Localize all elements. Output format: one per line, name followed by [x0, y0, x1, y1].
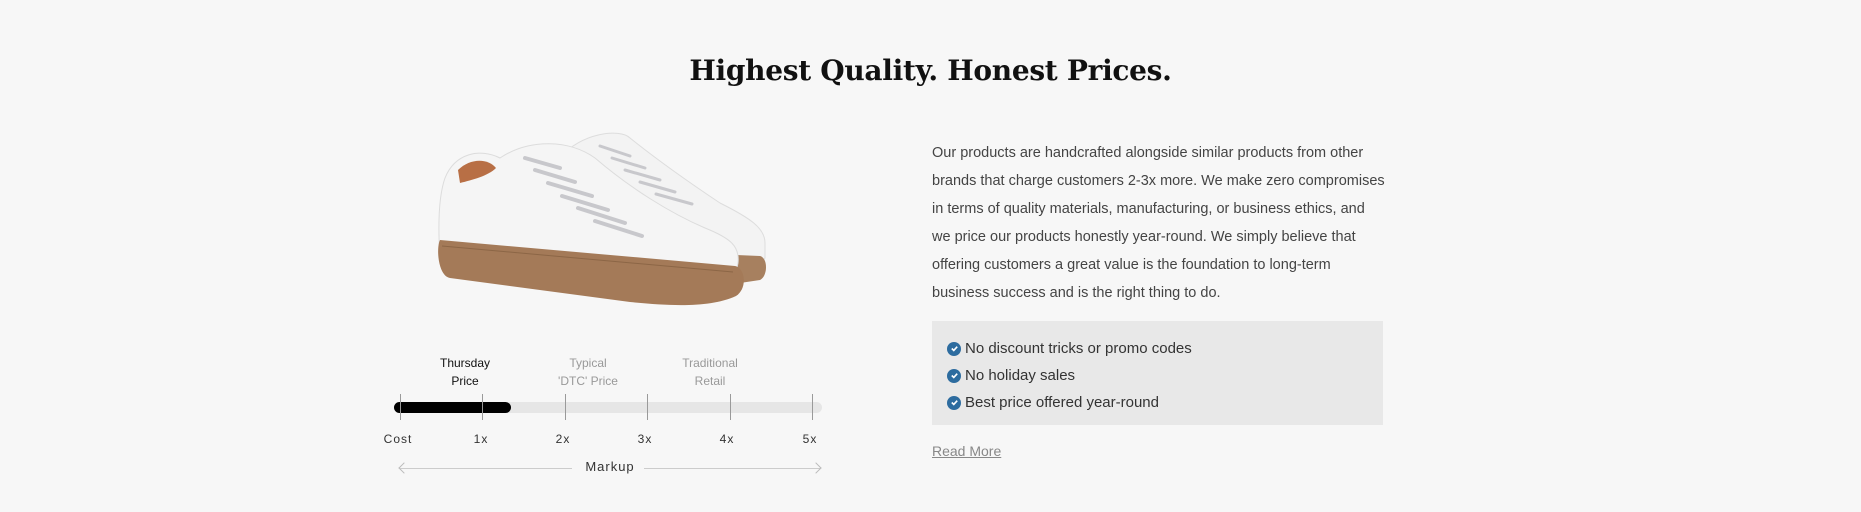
price-label-line: Thursday [439, 356, 491, 370]
markup-tick [400, 394, 401, 420]
markup-tick [647, 394, 649, 420]
feature-text: No holiday sales [965, 367, 1076, 384]
check-icon [947, 341, 961, 356]
tick-label: 5x [802, 432, 818, 446]
body-paragraph: Our products are handcrafted alongside s… [932, 145, 1385, 301]
markup-axis: Markup [380, 459, 840, 479]
check-icon [947, 368, 961, 383]
markup-ticks [380, 394, 840, 420]
tick-label: 1x [473, 432, 489, 446]
price-label-line: 'DTC' Price [558, 374, 618, 388]
markup-tick [482, 394, 484, 420]
product-image [438, 132, 766, 306]
feature-text: No discount tricks or promo codes [965, 340, 1192, 357]
tick-label: 4x [719, 432, 735, 446]
tick-label: Cost [383, 432, 413, 446]
markup-tick [729, 394, 731, 420]
feature-text: Best price offered year-round [965, 394, 1159, 411]
markup-tick [812, 394, 813, 420]
feature-item: No discount tricks or promo codes [947, 335, 1383, 362]
markup-tick [564, 394, 566, 420]
feature-item: Best price offered year-round [947, 389, 1383, 416]
price-label-thursday: Thursday Price [410, 354, 520, 390]
feature-item: No holiday sales [947, 362, 1383, 389]
tick-label: 3x [637, 432, 653, 446]
axis-title: Markup [585, 459, 635, 474]
check-icon [947, 395, 961, 410]
price-label-line: Price [451, 374, 479, 388]
tick-label: 2x [555, 432, 571, 446]
features-box: No discount tricks or promo codes No hol… [932, 321, 1383, 425]
price-label-line: Retail [694, 374, 726, 388]
read-more-link[interactable]: Read More [932, 443, 1001, 459]
price-label-dtc: Typical 'DTC' Price [533, 354, 643, 390]
markup-chart: Thursday Price Typical 'DTC' Price Tradi… [380, 350, 840, 480]
axis-line [644, 468, 820, 469]
price-label-line: Typical [569, 356, 607, 370]
price-label-retail: Traditional Retail [655, 354, 765, 390]
section-title: Highest Quality. Honest Prices. [689, 54, 1172, 87]
price-label-line: Traditional [682, 356, 738, 370]
